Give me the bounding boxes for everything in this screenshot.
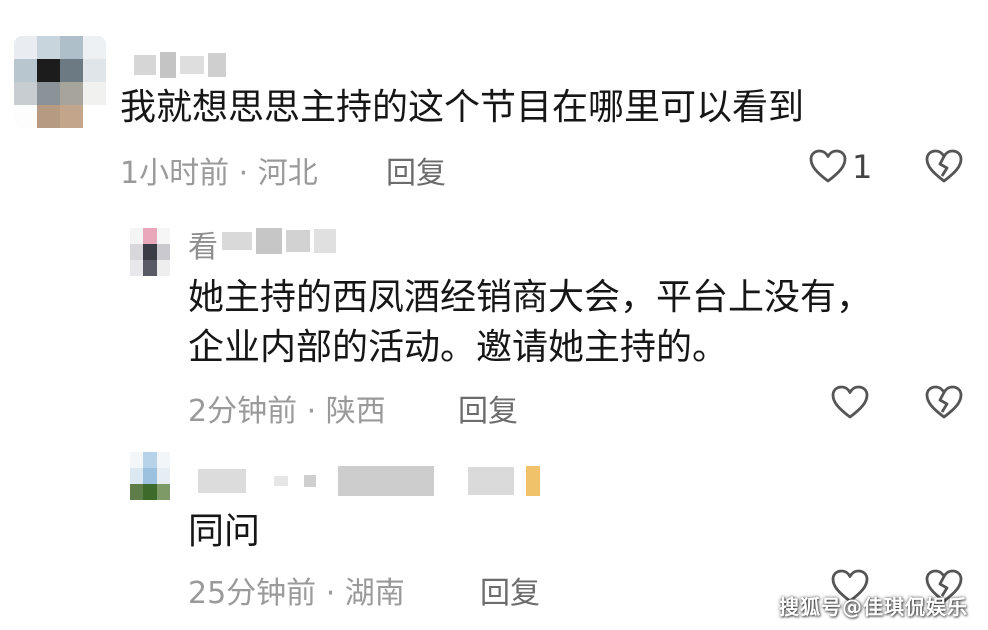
username-blurred[interactable] bbox=[134, 52, 226, 78]
reply-text-line-2: 企业内部的活动。邀请她主持的。 bbox=[188, 327, 729, 368]
comment-text: 我就想思思主持的这个节目在哪里可以看到 bbox=[120, 87, 805, 128]
comment-meta: 2分钟前 · 陕西 bbox=[188, 394, 386, 429]
heart-outline-icon[interactable] bbox=[830, 384, 870, 420]
reply-button[interactable]: 回复 bbox=[480, 568, 540, 612]
reply-button[interactable]: 回复 bbox=[458, 386, 518, 430]
broken-heart-icon[interactable] bbox=[924, 148, 964, 184]
like-count: 1 bbox=[852, 148, 873, 186]
username-prefix[interactable]: 看 bbox=[188, 222, 218, 266]
reply-button[interactable]: 回复 bbox=[386, 148, 446, 192]
avatar[interactable] bbox=[130, 228, 170, 276]
broken-heart-icon[interactable] bbox=[924, 384, 964, 420]
reply-text: 同问 bbox=[188, 511, 261, 552]
heart-outline-icon[interactable] bbox=[808, 148, 848, 184]
watermark: 搜狐号@佳琪侃娱乐 bbox=[779, 595, 968, 619]
comment-meta: 1小时前 · 河北 bbox=[120, 156, 318, 191]
avatar[interactable] bbox=[14, 36, 106, 128]
reply-text-line-1: 她主持的西凤酒经销商大会，平台上没有， bbox=[188, 277, 873, 318]
username-blurred[interactable] bbox=[198, 466, 540, 496]
comment-meta: 25分钟前 · 湖南 bbox=[188, 576, 405, 611]
username-blurred[interactable] bbox=[222, 228, 336, 254]
avatar[interactable] bbox=[130, 452, 170, 500]
